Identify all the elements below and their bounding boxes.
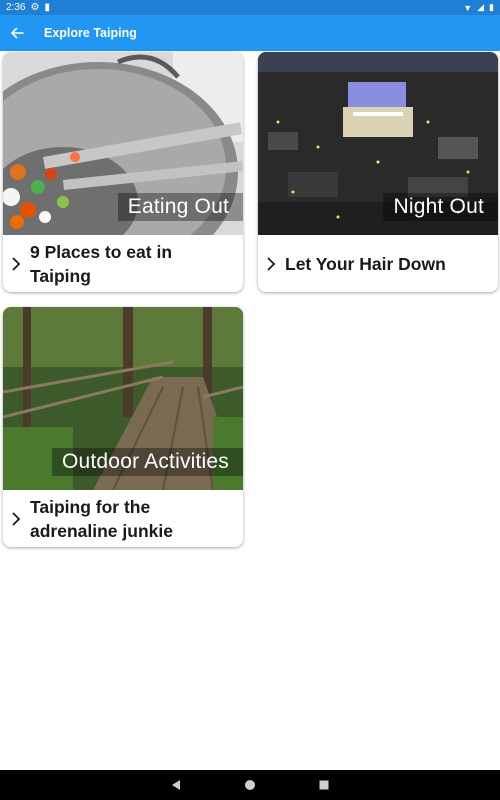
night-out-image: Night Out <box>258 52 498 235</box>
battery-icon: ▮ <box>489 2 494 12</box>
image-caption: Outdoor Activities <box>51 448 243 476</box>
navigation-bar <box>0 770 500 800</box>
card-footer[interactable]: 9 Places to eat in Taiping <box>3 235 243 292</box>
image-caption: Eating Out <box>117 193 243 221</box>
nav-back-icon[interactable] <box>170 779 182 791</box>
card-night-out[interactable]: Night Out Let Your Hair Down <box>258 52 498 292</box>
page-title: Explore Taiping <box>44 26 137 40</box>
app-bar: Explore Taiping <box>0 15 500 51</box>
settings-gear-icon: ⚙ <box>30 2 40 13</box>
outdoor-activities-image: Outdoor Activities <box>3 307 243 490</box>
arrow-back-icon <box>10 27 24 39</box>
nav-home-icon[interactable] <box>244 779 256 791</box>
card-title: Taiping for the adrenaline junkie <box>30 496 173 541</box>
card-footer[interactable]: Let Your Hair Down <box>258 235 498 292</box>
wifi-icon: ▼ <box>463 2 473 13</box>
card-title: 9 Places to eat in Taiping <box>30 241 173 286</box>
eating-out-image: Eating Out <box>3 52 243 235</box>
chevron-right-icon <box>262 256 280 271</box>
chevron-right-icon <box>7 256 25 271</box>
image-caption: Night Out <box>383 193 498 221</box>
card-title: Let Your Hair Down <box>285 253 446 274</box>
back-button[interactable] <box>0 15 34 51</box>
nav-recents-icon[interactable] <box>318 779 330 791</box>
card-outdoor-activities[interactable]: Outdoor Activities Taiping for the adren… <box>3 307 243 547</box>
status-time: 2:36 <box>6 2 26 13</box>
card-footer[interactable]: Taiping for the adrenaline junkie <box>3 490 243 547</box>
chevron-right-icon <box>7 511 25 526</box>
sim-card-icon: ▮ <box>44 2 50 13</box>
signal-icon: ◢ <box>477 2 485 12</box>
card-eating-out[interactable]: Eating Out 9 Places to eat in Taiping <box>3 52 243 292</box>
status-bar: 2:36 ⚙ ▮ ▼ ◢ ▮ <box>0 0 500 15</box>
